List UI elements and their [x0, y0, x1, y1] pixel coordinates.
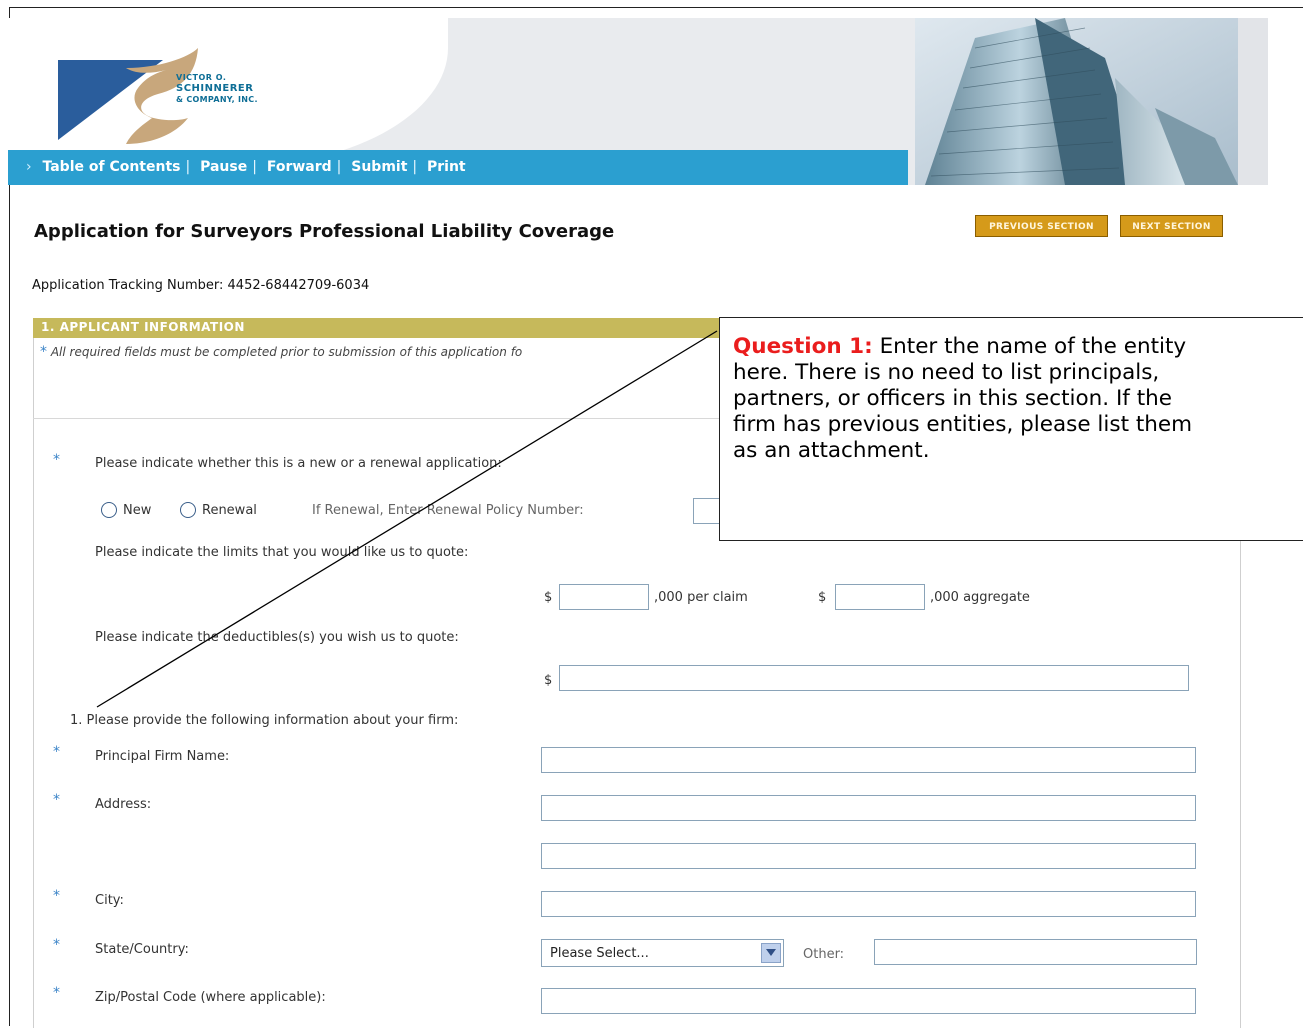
state-country-select-value: Please Select...: [550, 946, 649, 961]
question-firm-info: 1. Please provide the following informat…: [70, 713, 459, 728]
callout-lead: Question 1:: [733, 334, 873, 359]
renewal-policy-label: If Renewal, Enter Renewal Policy Number:: [312, 503, 584, 518]
radio-renewal[interactable]: [180, 502, 196, 518]
required-star: *: [53, 792, 60, 808]
nav-table-of-contents[interactable]: Table of Contents: [42, 159, 180, 175]
page-title: Application for Surveyors Professional L…: [34, 221, 615, 242]
zip-input[interactable]: [541, 988, 1196, 1014]
required-star: *: [53, 888, 60, 904]
address-label: Address:: [95, 797, 152, 812]
address-line2-input[interactable]: [541, 843, 1196, 869]
chevron-right-icon: ›: [26, 159, 32, 175]
question-new-renewal: Please indicate whether this is a new or…: [95, 456, 502, 471]
callout-text: Question 1: Enter the name of the entity…: [733, 334, 1303, 464]
principal-firm-name-label: Principal Firm Name:: [95, 749, 230, 764]
state-country-select[interactable]: Please Select...: [541, 939, 784, 967]
callout-line-4: firm has previous entities, please list …: [733, 412, 1193, 437]
state-country-label: State/Country:: [95, 942, 189, 957]
required-star: *: [53, 452, 60, 468]
header-right-strip: [1238, 18, 1268, 185]
nav-links: › Table of Contents | Pause | Forward | Sub…: [26, 159, 466, 175]
logo-line-1: VICTOR O.: [176, 73, 227, 82]
section-title: 1. APPLICANT INFORMATION: [41, 320, 245, 334]
chevron-down-icon[interactable]: [761, 943, 781, 963]
city-label: City:: [95, 893, 124, 908]
callout-line-2: here. There is no need to list principal…: [733, 360, 1160, 385]
aggregate-input[interactable]: [835, 584, 925, 610]
callout-line-3: partners, or officers in this section. I…: [733, 386, 1172, 411]
logo-line-3: & COMPANY, INC.: [176, 95, 258, 104]
required-star: *: [53, 937, 60, 953]
radio-renewal-label: Renewal: [202, 503, 257, 518]
callout-line-1: Enter the name of the entity: [872, 334, 1187, 359]
radio-new-label: New: [123, 503, 152, 518]
principal-firm-name-input[interactable]: [541, 747, 1196, 773]
required-star: *: [53, 985, 60, 1001]
nav-print[interactable]: Print: [427, 159, 466, 175]
required-star: *: [40, 344, 47, 360]
building-image: [915, 18, 1238, 185]
nav-submit[interactable]: Submit: [351, 159, 407, 175]
question-deductibles: Please indicate the deductibles(s) you w…: [95, 630, 459, 645]
aggregate-label: ,000 aggregate: [930, 590, 1030, 605]
deductible-input[interactable]: [559, 665, 1189, 691]
zip-label: Zip/Postal Code (where applicable):: [95, 990, 326, 1005]
logo-line-2: SCHINNERER: [176, 83, 254, 94]
other-country-input[interactable]: [874, 939, 1197, 965]
callout-line-5: as an attachment.: [733, 438, 930, 463]
help-callout: Question 1: Enter the name of the entity…: [719, 317, 1303, 541]
required-note-text: All required fields must be completed pr…: [50, 345, 523, 359]
dollar-sign: $: [544, 590, 553, 605]
logo-wordmark: VICTOR O. SCHINNERER & COMPANY, INC.: [176, 72, 258, 105]
tracking-number: Application Tracking Number: 4452-684427…: [32, 278, 370, 293]
other-label: Other:: [803, 947, 845, 962]
next-section-button[interactable]: NEXT SECTION: [1120, 215, 1223, 237]
required-star: *: [53, 744, 60, 760]
nav-forward[interactable]: Forward: [267, 159, 332, 175]
nav-bar: › Table of Contents | Pause | Forward | Sub…: [8, 150, 908, 185]
question-limits: Please indicate the limits that you woul…: [95, 545, 469, 560]
required-note: * All required fields must be completed …: [40, 344, 522, 360]
radio-new[interactable]: [101, 502, 117, 518]
nav-pause[interactable]: Pause: [200, 159, 247, 175]
city-input[interactable]: [541, 891, 1196, 917]
dollar-sign: $: [544, 673, 553, 688]
dollar-sign: $: [818, 590, 827, 605]
per-claim-label: ,000 per claim: [654, 590, 748, 605]
address-line1-input[interactable]: [541, 795, 1196, 821]
per-claim-input[interactable]: [559, 584, 649, 610]
previous-section-button[interactable]: PREVIOUS SECTION: [975, 215, 1108, 237]
